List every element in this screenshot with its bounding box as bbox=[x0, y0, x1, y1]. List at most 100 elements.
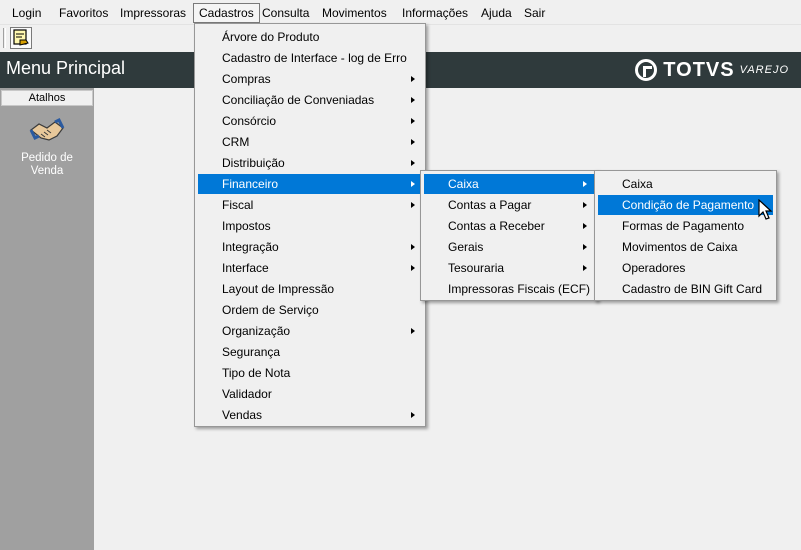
menu-item-impressoras-fiscais[interactable]: Impressoras Fiscais (ECF) bbox=[424, 279, 594, 299]
menu-item-gerais[interactable]: Gerais bbox=[424, 237, 594, 257]
totvs-logo-icon bbox=[635, 59, 658, 81]
menu-informacoes[interactable]: Informações bbox=[397, 4, 473, 22]
menu-sair[interactable]: Sair bbox=[519, 4, 550, 22]
menu-item-organizacao[interactable]: Organização bbox=[198, 321, 422, 341]
toolbar-grip[interactable] bbox=[3, 28, 6, 48]
menu-item-label: Cadastro de BIN Gift Card bbox=[622, 282, 763, 296]
menu-item-ordem-de-servico[interactable]: Ordem de Serviço bbox=[198, 300, 422, 320]
menu-item-formas-de-pagamento[interactable]: Formas de Pagamento bbox=[598, 216, 773, 236]
submenu-arrow-icon bbox=[583, 265, 587, 271]
menu-item-tipo-de-nota[interactable]: Tipo de Nota bbox=[198, 363, 422, 383]
shortcuts-sidebar: Atalhos Pedido de Venda bbox=[0, 88, 94, 550]
submenu-arrow-icon bbox=[411, 202, 415, 208]
menu-item-tesouraria[interactable]: Tesouraria bbox=[424, 258, 594, 278]
menu-item-label: Segurança bbox=[222, 345, 281, 359]
menu-item-label: Gerais bbox=[448, 240, 484, 254]
menu-item-conciliacao[interactable]: Conciliação de Conveniadas bbox=[198, 90, 422, 110]
menu-item-label: Tipo de Nota bbox=[222, 366, 291, 380]
menu-item-crm[interactable]: CRM bbox=[198, 132, 422, 152]
menu-movimentos[interactable]: Movimentos bbox=[317, 4, 392, 22]
menu-favoritos[interactable]: Favoritos bbox=[54, 4, 113, 22]
financeiro-submenu: Caixa Contas a Pagar Contas a Receber Ge… bbox=[420, 170, 598, 301]
menu-item-distribuicao[interactable]: Distribuição bbox=[198, 153, 422, 173]
menu-item-label: Validador bbox=[222, 387, 272, 401]
submenu-arrow-icon bbox=[411, 97, 415, 103]
menu-item-arvore-do-produto[interactable]: Árvore do Produto bbox=[198, 27, 422, 47]
menu-item-label: Condição de Pagamento bbox=[622, 198, 755, 212]
page-title: Menu Principal bbox=[6, 58, 126, 78]
menu-item-label: Impostos bbox=[222, 219, 271, 233]
menu-item-label: Vendas bbox=[222, 408, 263, 422]
menu-item-label: Caixa bbox=[448, 177, 479, 191]
menu-item-label: Fiscal bbox=[222, 198, 254, 212]
menu-item-vendas[interactable]: Vendas bbox=[198, 405, 422, 425]
menu-item-label: Contas a Receber bbox=[448, 219, 545, 233]
submenu-arrow-icon bbox=[583, 202, 587, 208]
menu-item-label: Operadores bbox=[622, 261, 686, 275]
submenu-arrow-icon bbox=[411, 76, 415, 82]
menu-item-impostos[interactable]: Impostos bbox=[198, 216, 422, 236]
mouse-pointer-icon bbox=[758, 199, 773, 220]
shortcut-label-line1: Pedido de bbox=[21, 152, 73, 164]
menu-item-validador[interactable]: Validador bbox=[198, 384, 422, 404]
menu-consulta[interactable]: Consulta bbox=[257, 4, 314, 22]
menu-ajuda[interactable]: Ajuda bbox=[476, 4, 517, 22]
menu-item-consorcio[interactable]: Consórcio bbox=[198, 111, 422, 131]
menu-cadastros[interactable]: Cadastros bbox=[193, 3, 260, 23]
menu-item-label: Consórcio bbox=[222, 114, 277, 128]
submenu-arrow-icon bbox=[411, 412, 415, 418]
shortcut-pedido-de-venda[interactable]: Pedido de Venda bbox=[4, 116, 90, 178]
submenu-arrow-icon bbox=[411, 244, 415, 250]
menu-item-label: Tesouraria bbox=[448, 261, 505, 275]
menu-item-seguranca[interactable]: Segurança bbox=[198, 342, 422, 362]
logo-text: TOTVS bbox=[663, 58, 735, 81]
menu-item-label: Impressoras Fiscais (ECF) bbox=[448, 282, 591, 296]
menu-item-label: Movimentos de Caixa bbox=[622, 240, 738, 254]
submenu-arrow-icon bbox=[411, 160, 415, 166]
menu-item-financeiro[interactable]: Financeiro bbox=[198, 174, 422, 194]
menu-item-label: Caixa bbox=[622, 177, 653, 191]
atalhos-header[interactable]: Atalhos bbox=[1, 90, 93, 106]
menu-item-caixa-leaf[interactable]: Caixa bbox=[598, 174, 773, 194]
menu-item-label: Integração bbox=[222, 240, 279, 254]
menu-item-integracao[interactable]: Integração bbox=[198, 237, 422, 257]
totvs-logo: TOTVS VAREJO bbox=[635, 58, 789, 82]
menu-item-label: Ordem de Serviço bbox=[222, 303, 319, 317]
menu-item-cadastro-de-interface[interactable]: Cadastro de Interface - log de Erro bbox=[198, 48, 422, 68]
menu-item-label: Árvore do Produto bbox=[222, 30, 320, 44]
menu-item-label: Interface bbox=[222, 261, 269, 275]
menu-item-label: Distribuição bbox=[222, 156, 285, 170]
menu-item-fiscal[interactable]: Fiscal bbox=[198, 195, 422, 215]
menu-login[interactable]: Login bbox=[7, 4, 46, 22]
submenu-arrow-icon bbox=[583, 244, 587, 250]
menu-item-interface[interactable]: Interface bbox=[198, 258, 422, 278]
menu-bar: Login Favoritos Impressoras Cadastros Co… bbox=[0, 0, 801, 25]
submenu-arrow-icon bbox=[411, 118, 415, 124]
menu-item-cadastro-bin-gift-card[interactable]: Cadastro de BIN Gift Card bbox=[598, 279, 773, 299]
menu-item-label: Compras bbox=[222, 72, 271, 86]
menu-item-operadores[interactable]: Operadores bbox=[598, 258, 773, 278]
menu-item-label: Conciliação de Conveniadas bbox=[222, 93, 375, 107]
submenu-arrow-icon bbox=[583, 223, 587, 229]
submenu-arrow-icon bbox=[411, 328, 415, 334]
submenu-arrow-icon bbox=[411, 139, 415, 145]
menu-item-contas-a-pagar[interactable]: Contas a Pagar bbox=[424, 195, 594, 215]
menu-item-label: CRM bbox=[222, 135, 250, 149]
menu-item-label: Layout de Impressão bbox=[222, 282, 335, 296]
cadastros-menu: Árvore do Produto Cadastro de Interface … bbox=[194, 23, 426, 427]
menu-item-movimentos-de-caixa[interactable]: Movimentos de Caixa bbox=[598, 237, 773, 257]
caixa-submenu: Caixa Condição de Pagamento Formas de Pa… bbox=[594, 170, 777, 301]
menu-item-caixa[interactable]: Caixa bbox=[424, 174, 594, 194]
handshake-icon bbox=[29, 117, 65, 141]
submenu-arrow-icon bbox=[583, 181, 587, 187]
menu-item-compras[interactable]: Compras bbox=[198, 69, 422, 89]
menu-item-condicao-de-pagamento[interactable]: Condição de Pagamento bbox=[598, 195, 773, 215]
menu-item-layout-de-impressao[interactable]: Layout de Impressão bbox=[198, 279, 422, 299]
menu-item-contas-a-receber[interactable]: Contas a Receber bbox=[424, 216, 594, 236]
submenu-arrow-icon bbox=[411, 181, 415, 187]
menu-item-label: Contas a Pagar bbox=[448, 198, 532, 212]
document-hand-icon bbox=[13, 29, 29, 46]
menu-item-label: Cadastro de Interface - log de Erro bbox=[222, 51, 407, 65]
menu-impressoras[interactable]: Impressoras bbox=[115, 4, 191, 22]
toolbar-shortcut-button[interactable] bbox=[10, 27, 32, 49]
